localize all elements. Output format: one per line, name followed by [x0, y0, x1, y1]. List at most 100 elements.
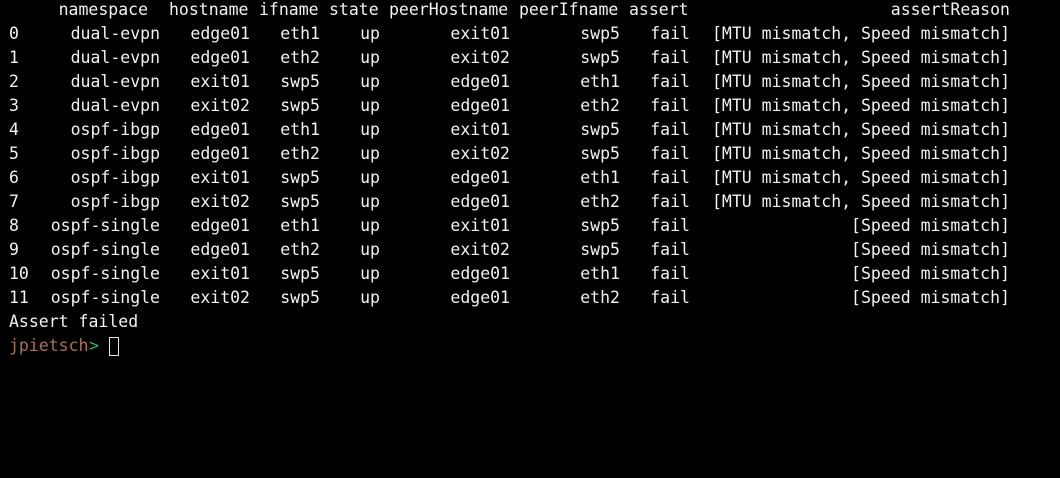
cell-assert: fail — [650, 192, 690, 211]
cell-state: up — [360, 96, 380, 115]
table-row: 7 ospf-ibgp exit02 swp5 up edge01 eth2 fail [MTU… — [0, 190, 1060, 214]
cell-peerhostname: edge01 — [450, 96, 510, 115]
cell-peerifname: swp5 — [580, 240, 620, 259]
cell-assertreason: [Speed mismatch] — [851, 288, 1010, 307]
column-header-peerifname: peerIfname — [519, 0, 619, 19]
table-header: namespace hostname ifname state peerHost… — [0, 0, 1060, 22]
table-row: 1 dual-evpn edge01 eth2 up exit02 swp5 fail [MTU… — [0, 46, 1060, 70]
cell-state: up — [360, 192, 380, 211]
table-row: 10 ospf-single exit01 swp5 up edge01 eth1 fail [… — [0, 262, 1060, 286]
cell-hostname: exit01 — [190, 168, 250, 187]
cell-ifname: swp5 — [280, 96, 320, 115]
cell-peerhostname: edge01 — [450, 264, 510, 283]
column-header-assertreason: assertReason — [890, 0, 1010, 19]
cell-hostname: exit02 — [190, 288, 250, 307]
cell-peerhostname: edge01 — [450, 192, 510, 211]
cell-ifname: swp5 — [280, 288, 320, 307]
cell-peerifname: swp5 — [580, 216, 620, 235]
column-header-namespace: namespace — [58, 0, 148, 19]
cell-hostname: exit02 — [190, 96, 250, 115]
row-index: 10 — [9, 264, 29, 283]
row-index: 1 — [9, 48, 19, 67]
cell-namespace: ospf-single — [50, 240, 160, 259]
cell-assert: fail — [650, 144, 690, 163]
prompt-user: jpietsch — [9, 336, 89, 355]
cell-peerifname: eth1 — [580, 264, 620, 283]
column-header-ifname: ifname — [259, 0, 319, 19]
column-header-hostname: hostname — [169, 0, 249, 19]
cell-ifname: eth2 — [280, 144, 320, 163]
cell-hostname: edge01 — [190, 120, 250, 139]
row-index: 3 — [9, 96, 19, 115]
cell-namespace: ospf-ibgp — [70, 144, 160, 163]
cell-namespace: ospf-single — [50, 264, 160, 283]
cell-peerhostname: edge01 — [450, 72, 510, 91]
cell-ifname: eth1 — [280, 120, 320, 139]
cell-ifname: swp5 — [280, 264, 320, 283]
cell-assert: fail — [650, 48, 690, 67]
cell-ifname: swp5 — [280, 192, 320, 211]
cell-assertreason: [MTU mismatch, Speed mismatch] — [711, 192, 1010, 211]
row-index: 9 — [9, 240, 19, 259]
cell-assert: fail — [650, 288, 690, 307]
cell-assert: fail — [650, 168, 690, 187]
cell-state: up — [360, 48, 380, 67]
cell-assert: fail — [650, 24, 690, 43]
cell-peerifname: eth2 — [580, 192, 620, 211]
cell-assertreason: [MTU mismatch, Speed mismatch] — [711, 168, 1010, 187]
cell-assertreason: [Speed mismatch] — [851, 216, 1010, 235]
cell-state: up — [360, 120, 380, 139]
cell-hostname: edge01 — [190, 24, 250, 43]
cell-peerifname: eth1 — [580, 72, 620, 91]
table-row: 4 ospf-ibgp edge01 eth1 up exit01 swp5 fail [MTU… — [0, 118, 1060, 142]
cell-hostname: edge01 — [190, 144, 250, 163]
terminal-window[interactable]: namespace hostname ifname state peerHost… — [0, 0, 1060, 408]
cell-peerhostname: exit01 — [450, 120, 510, 139]
column-header-state: state — [329, 0, 379, 19]
cell-ifname: eth1 — [280, 216, 320, 235]
table-row: 3 dual-evpn exit02 swp5 up edge01 eth2 fail [MTU… — [0, 94, 1060, 118]
cell-assertreason: [Speed mismatch] — [851, 240, 1010, 259]
cell-peerhostname: exit01 — [450, 216, 510, 235]
table-row: 6 ospf-ibgp exit01 swp5 up edge01 eth1 fail [MTU… — [0, 166, 1060, 190]
cell-ifname: eth1 — [280, 24, 320, 43]
prompt-caret: > — [89, 336, 99, 355]
cell-assert: fail — [650, 72, 690, 91]
cell-namespace: ospf-ibgp — [70, 120, 160, 139]
cell-ifname: swp5 — [280, 72, 320, 91]
cell-assertreason: [MTU mismatch, Speed mismatch] — [711, 48, 1010, 67]
row-index: 6 — [9, 168, 19, 187]
cell-namespace: dual-evpn — [70, 48, 160, 67]
table-row: 5 ospf-ibgp edge01 eth2 up exit02 swp5 fail [MTU… — [0, 142, 1060, 166]
cell-assertreason: [Speed mismatch] — [851, 264, 1010, 283]
cell-ifname: eth2 — [280, 240, 320, 259]
cell-assertreason: [MTU mismatch, Speed mismatch] — [711, 24, 1010, 43]
prompt-line[interactable]: jpietsch > — [0, 334, 1060, 358]
cell-ifname: swp5 — [280, 168, 320, 187]
row-index: 7 — [9, 192, 19, 211]
row-index: 11 — [9, 288, 29, 307]
cell-assertreason: [MTU mismatch, Speed mismatch] — [711, 72, 1010, 91]
cell-peerhostname: exit01 — [450, 24, 510, 43]
row-index: 8 — [9, 216, 19, 235]
status-line: Assert failed — [0, 310, 1060, 334]
cell-state: up — [360, 24, 380, 43]
cell-assert: fail — [650, 96, 690, 115]
cell-peerifname: eth2 — [580, 96, 620, 115]
column-header-peerhostname: peerHostname — [389, 0, 509, 19]
row-index: 0 — [9, 24, 19, 43]
cell-peerifname: swp5 — [580, 120, 620, 139]
cell-hostname: exit01 — [190, 72, 250, 91]
table-row: 11 ospf-single exit02 swp5 up edge01 eth2 fail [… — [0, 286, 1060, 310]
table-row: 9 ospf-single edge01 eth2 up exit02 swp5 fail [S… — [0, 238, 1060, 262]
column-header-assert: assert — [629, 0, 689, 19]
assert-failed-message: Assert failed — [9, 312, 139, 331]
cell-peerhostname: exit02 — [450, 240, 510, 259]
cell-state: up — [360, 264, 380, 283]
cell-peerifname: eth2 — [580, 288, 620, 307]
cell-assert: fail — [650, 240, 690, 259]
cell-assert: fail — [650, 264, 690, 283]
row-index: 4 — [9, 120, 19, 139]
cell-namespace: dual-evpn — [70, 72, 160, 91]
cell-assert: fail — [650, 216, 690, 235]
